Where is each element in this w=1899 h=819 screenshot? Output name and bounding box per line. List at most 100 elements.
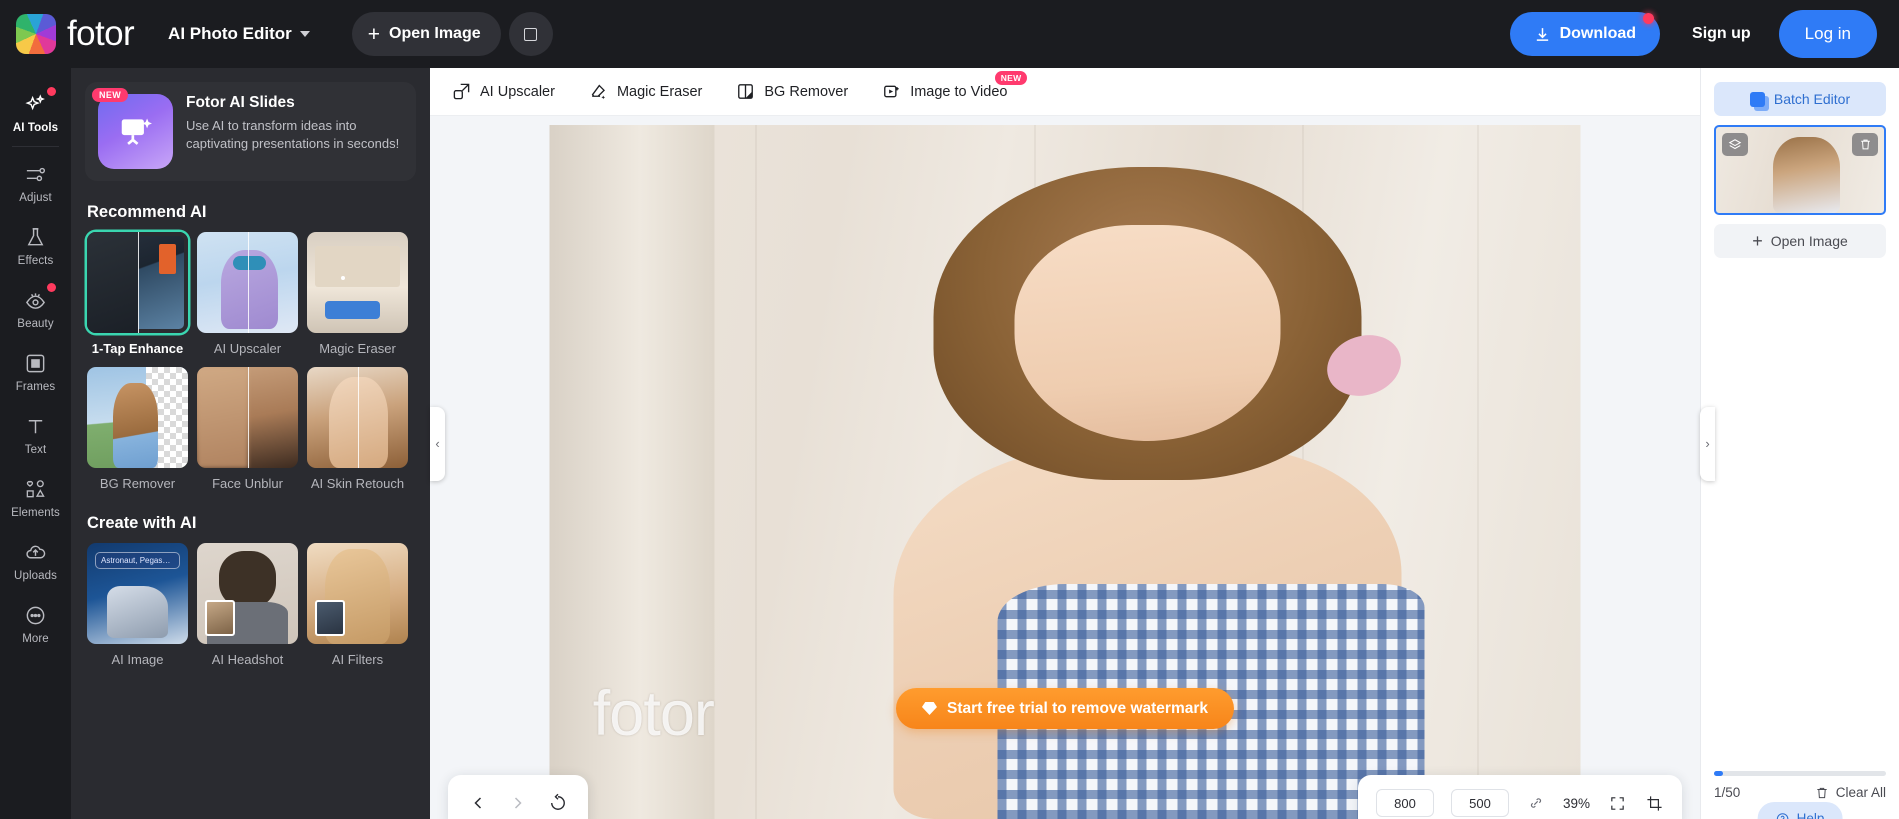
- top-bar-actions: Download Sign up Log in: [1509, 10, 1877, 58]
- tool-thumbnail: [197, 232, 298, 333]
- promo-text: Fotor AI Slides Use AI to transform idea…: [186, 94, 401, 169]
- tab-label: Magic Eraser: [616, 83, 703, 100]
- download-icon: [1536, 27, 1548, 41]
- square-icon: [524, 27, 538, 41]
- ai-slides-promo-card[interactable]: NEW Fotor AI Slides Use AI to transform …: [85, 82, 416, 181]
- rail-label: Adjust: [19, 192, 52, 204]
- flask-icon: [23, 224, 49, 250]
- image-thumbnail-item[interactable]: [1714, 125, 1886, 215]
- eraser-icon: [591, 84, 606, 100]
- recommend-ai-grid: 1-Tap Enhance AI Upscaler Magic Eraser B…: [87, 232, 430, 492]
- width-input[interactable]: 800: [1375, 789, 1434, 817]
- help-button[interactable]: Help: [1757, 802, 1843, 819]
- reference-face-thumb: [205, 600, 235, 637]
- brand-name: fotor: [67, 14, 135, 53]
- open-image-button[interactable]: + Open Image: [351, 12, 501, 56]
- app-switcher[interactable]: AI Photo Editor: [168, 24, 310, 44]
- tab-label: AI Upscaler: [480, 83, 555, 100]
- promo-title: Fotor AI Slides: [186, 94, 295, 111]
- sign-up-link[interactable]: Sign up: [1692, 25, 1751, 43]
- notification-dot-icon: [1643, 13, 1655, 24]
- rail-divider: [12, 146, 59, 147]
- tab-ai-upscaler[interactable]: AI Upscaler: [452, 82, 555, 101]
- promo-desc: Use AI to transform ideas into captivati…: [186, 118, 400, 152]
- start-free-trial-button[interactable]: Start free trial to remove watermark: [895, 688, 1235, 729]
- height-input[interactable]: 500: [1450, 789, 1509, 817]
- zoom-level[interactable]: 39%: [1563, 796, 1590, 811]
- tool-label: Magic Eraser: [319, 341, 396, 356]
- tool-label: AI Upscaler: [213, 341, 282, 356]
- tool-card-ai-image[interactable]: Astronaut, Pegasus, starry AI Image: [87, 543, 188, 669]
- fit-icon[interactable]: [1607, 793, 1627, 813]
- new-badge: NEW: [92, 88, 129, 102]
- rail-item-elements[interactable]: Elements: [0, 465, 71, 528]
- tab-label: Image to Video: [910, 83, 1008, 100]
- tool-card-ai-skin-retouch[interactable]: AI Skin Retouch: [307, 366, 408, 493]
- rail-item-more[interactable]: More: [0, 591, 71, 654]
- rail-item-effects[interactable]: Effects: [0, 213, 71, 276]
- left-tool-rail: AI Tools Adjust Effects Beauty Frames Te…: [0, 68, 71, 819]
- trial-label: Start free trial to remove watermark: [946, 699, 1209, 717]
- sliders-icon: [23, 161, 49, 187]
- batch-editor-button[interactable]: Batch Editor: [1714, 82, 1886, 116]
- clear-all-button[interactable]: Clear All: [1815, 785, 1886, 800]
- tool-thumbnail: [197, 366, 298, 468]
- clear-all-label: Clear All: [1835, 785, 1886, 800]
- tool-label: BG Remover: [99, 475, 176, 491]
- tool-label: AI Skin Retouch: [310, 475, 405, 491]
- rail-label: AI Tools: [12, 122, 59, 134]
- rail-label: More: [22, 633, 49, 645]
- tool-card-1-tap-enhance[interactable]: 1-Tap Enhance: [87, 232, 188, 358]
- download-button[interactable]: Download: [1509, 12, 1661, 56]
- tab-image-to-video[interactable]: Image to Video NEW: [882, 71, 1028, 101]
- badge-dot-icon: [47, 283, 56, 292]
- tool-card-magic-eraser[interactable]: Magic Eraser: [307, 232, 408, 358]
- tool-card-ai-upscaler[interactable]: AI Upscaler: [197, 232, 298, 358]
- canvas-stage[interactable]: fotor Start free trial to remove waterma…: [430, 116, 1700, 819]
- redo-icon[interactable]: [508, 793, 528, 813]
- open-image-button-panel[interactable]: + Open Image: [1714, 224, 1886, 258]
- rail-item-text[interactable]: Text: [0, 402, 71, 465]
- cloud-up-icon: [23, 539, 49, 565]
- thumbnail-scrollbar[interactable]: [1714, 771, 1886, 776]
- tab-magic-eraser[interactable]: Magic Eraser: [589, 82, 702, 101]
- tool-card-bg-remover[interactable]: BG Remover: [87, 366, 188, 493]
- collapse-right-panel-button[interactable]: ›: [1700, 406, 1715, 481]
- new-canvas-button[interactable]: [508, 12, 553, 56]
- rail-item-frames[interactable]: Frames: [0, 339, 71, 402]
- tab-label: BG Remover: [764, 83, 849, 100]
- rail-item-beauty[interactable]: Beauty: [0, 276, 71, 339]
- log-in-button[interactable]: Log in: [1778, 10, 1877, 58]
- help-circle-icon: [1776, 812, 1789, 819]
- tool-label: Face Unblur: [212, 475, 283, 491]
- tool-card-ai-filters[interactable]: AI Filters: [307, 543, 408, 669]
- sparkle-icon: [23, 91, 49, 117]
- history-toolbar: [448, 775, 588, 819]
- chevron-down-icon: [299, 31, 310, 37]
- collapse-left-panel-button[interactable]: ‹: [430, 406, 445, 481]
- reset-icon[interactable]: [548, 793, 568, 813]
- fotor-watermark: fotor: [592, 678, 715, 749]
- right-panel: Batch Editor + Open Image 1/50 Clear All…: [1700, 68, 1899, 819]
- tool-card-face-unblur[interactable]: Face Unblur: [197, 366, 298, 493]
- undo-icon[interactable]: [468, 793, 488, 813]
- fotor-logo-icon: [16, 14, 56, 54]
- rail-item-adjust[interactable]: Adjust: [0, 150, 71, 213]
- crop-icon[interactable]: [1644, 793, 1664, 813]
- link-icon[interactable]: [1526, 793, 1546, 813]
- layers-icon[interactable]: [1722, 133, 1748, 156]
- trash-icon[interactable]: [1852, 133, 1878, 156]
- tool-thumbnail: [87, 232, 188, 333]
- thumbnail-subject: [1773, 137, 1841, 213]
- rail-item-ai-tools[interactable]: AI Tools: [0, 80, 71, 143]
- badge-dot-icon: [47, 87, 56, 96]
- brand-logo[interactable]: fotor: [16, 14, 135, 54]
- tab-bg-remover[interactable]: BG Remover: [736, 82, 848, 101]
- rail-label: Frames: [15, 381, 56, 393]
- rail-item-uploads[interactable]: Uploads: [0, 528, 71, 591]
- chevron-right-icon: ›: [1705, 436, 1710, 451]
- tool-card-ai-headshot[interactable]: AI Headshot: [197, 543, 298, 669]
- canvas-area: AI Upscaler Magic Eraser BG Remover Imag…: [430, 68, 1700, 819]
- open-image-label: Open Image: [1770, 233, 1848, 249]
- eye-icon: [23, 287, 49, 313]
